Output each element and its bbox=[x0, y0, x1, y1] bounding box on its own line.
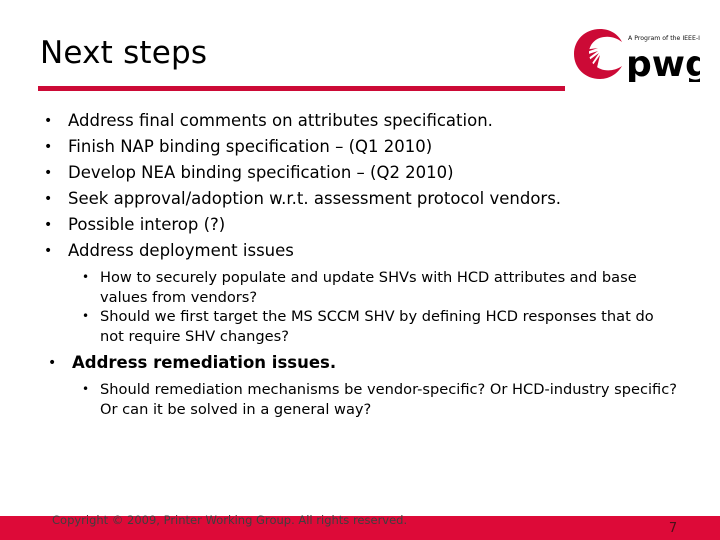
bullet-list: • Address final comments on attributes s… bbox=[0, 108, 720, 419]
bullet-text: Address final comments on attributes spe… bbox=[68, 111, 493, 130]
sub-bullet-text: How to securely populate and update SHVs… bbox=[100, 269, 637, 306]
footer-copyright: Copyright © 2009, Printer Working Group.… bbox=[52, 513, 408, 527]
sub-bullet-marker-icon: • bbox=[82, 382, 90, 396]
bullet-marker-icon: • bbox=[44, 217, 53, 233]
sub-bullet-item-6-1: • How to securely populate and update SH… bbox=[0, 268, 720, 307]
bullet-marker-icon: • bbox=[44, 113, 53, 129]
bullet-text: Seek approval/adoption w.r.t. assessment… bbox=[68, 189, 562, 208]
bullet-marker-icon: • bbox=[48, 355, 57, 371]
bullet-marker-icon: • bbox=[44, 243, 53, 259]
bullet-marker-icon: • bbox=[44, 191, 53, 207]
bullet-text: Address deployment issues bbox=[68, 241, 294, 260]
sub-bullet-text: Should remediation mechanisms be vendor-… bbox=[100, 381, 678, 418]
logo-wordmark: pwg bbox=[626, 44, 700, 82]
title-divider bbox=[38, 86, 565, 91]
sub-bullet-item-7-1: • Should remediation mechanisms be vendo… bbox=[0, 380, 720, 419]
bullet-item-5: • Possible interop (?) bbox=[0, 212, 720, 238]
bullet-text: Possible interop (?) bbox=[68, 215, 226, 234]
bullet-text: Develop NEA binding specification – (Q2 … bbox=[68, 163, 454, 182]
pwg-swirl-icon bbox=[574, 29, 622, 79]
sub-bullet-text: Should we first target the MS SCCM SHV b… bbox=[100, 308, 654, 345]
bullet-item-7: • Address remediation issues. bbox=[0, 350, 720, 376]
bullet-item-3: • Develop NEA binding specification – (Q… bbox=[0, 160, 720, 186]
bullet-text: Finish NAP binding specification – (Q1 2… bbox=[68, 137, 433, 156]
sub-bullet-marker-icon: • bbox=[82, 270, 90, 284]
page-number: 7 bbox=[668, 521, 678, 536]
bullet-marker-icon: • bbox=[44, 165, 53, 181]
bullet-item-4: • Seek approval/adoption w.r.t. assessme… bbox=[0, 186, 720, 212]
bullet-item-1: • Address final comments on attributes s… bbox=[0, 108, 720, 134]
slide-canvas: Next steps A Program of the IEEE-ISTO pw… bbox=[0, 0, 720, 540]
page-title: Next steps bbox=[40, 35, 208, 71]
sub-bullet-marker-icon: • bbox=[82, 309, 90, 323]
bullet-text: Address remediation issues. bbox=[72, 353, 337, 372]
bullet-item-2: • Finish NAP binding specification – (Q1… bbox=[0, 134, 720, 160]
logo-tagline: A Program of the IEEE-ISTO bbox=[628, 35, 700, 42]
bullet-marker-icon: • bbox=[44, 139, 53, 155]
bullet-item-6: • Address deployment issues bbox=[0, 238, 720, 264]
sub-bullet-item-6-2: • Should we first target the MS SCCM SHV… bbox=[0, 307, 720, 346]
pwg-logo: A Program of the IEEE-ISTO pwg bbox=[572, 26, 700, 82]
